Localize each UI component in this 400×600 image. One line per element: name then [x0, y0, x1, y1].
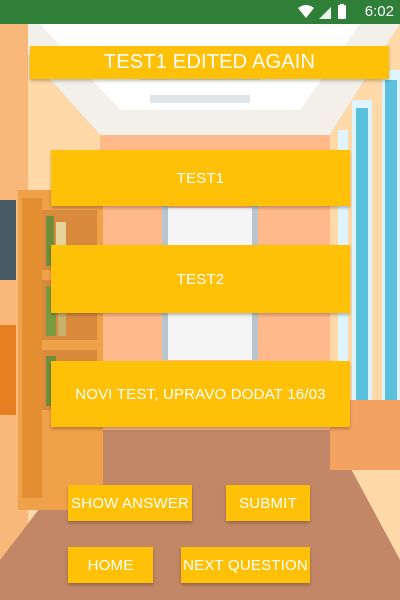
battery-icon	[338, 4, 346, 19]
answer-option-1[interactable]: TEST1	[51, 150, 350, 206]
next-question-button[interactable]: NEXT QUESTION	[181, 547, 310, 583]
show-answer-button[interactable]: SHOW ANSWER	[68, 485, 192, 521]
status-time: 6:02	[364, 3, 394, 20]
status-bar: 6:02	[0, 0, 400, 24]
status-icons	[296, 4, 348, 20]
answer-option-2[interactable]: TEST2	[51, 245, 350, 313]
submit-button[interactable]: SUBMIT	[226, 485, 310, 521]
quiz-title: TEST1 EDITED AGAIN	[30, 46, 389, 79]
wifi-icon	[298, 5, 314, 18]
signal-icon	[319, 7, 331, 19]
home-button[interactable]: HOME	[68, 547, 153, 583]
answer-option-3[interactable]: NOVI TEST, UPRAVO DODAT 16/03	[51, 361, 350, 427]
